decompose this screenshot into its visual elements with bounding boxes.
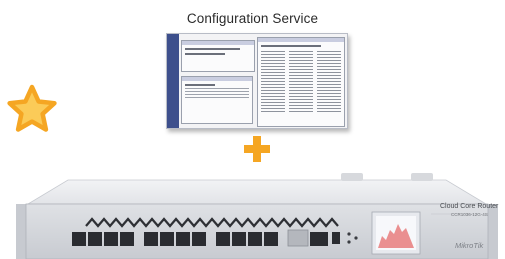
router-brand-name: Cloud Core Router xyxy=(440,203,499,210)
plus-icon xyxy=(244,136,270,162)
winbox-screenshot-thumbnail xyxy=(166,33,348,129)
thumbnail-sidebar xyxy=(167,34,179,128)
star-icon xyxy=(7,84,57,132)
mikrotik-logo: MikroTik xyxy=(455,241,484,250)
thumbnail-window-table xyxy=(257,37,345,127)
router-model-number: CCR1036-12G-4S xyxy=(451,212,488,217)
thumbnail-window-top-left xyxy=(181,40,255,72)
router-device-illustration xyxy=(16,173,498,259)
thumbnail-window-bottom-left xyxy=(181,76,253,124)
configuration-service-caption: Configuration Service xyxy=(186,11,319,26)
